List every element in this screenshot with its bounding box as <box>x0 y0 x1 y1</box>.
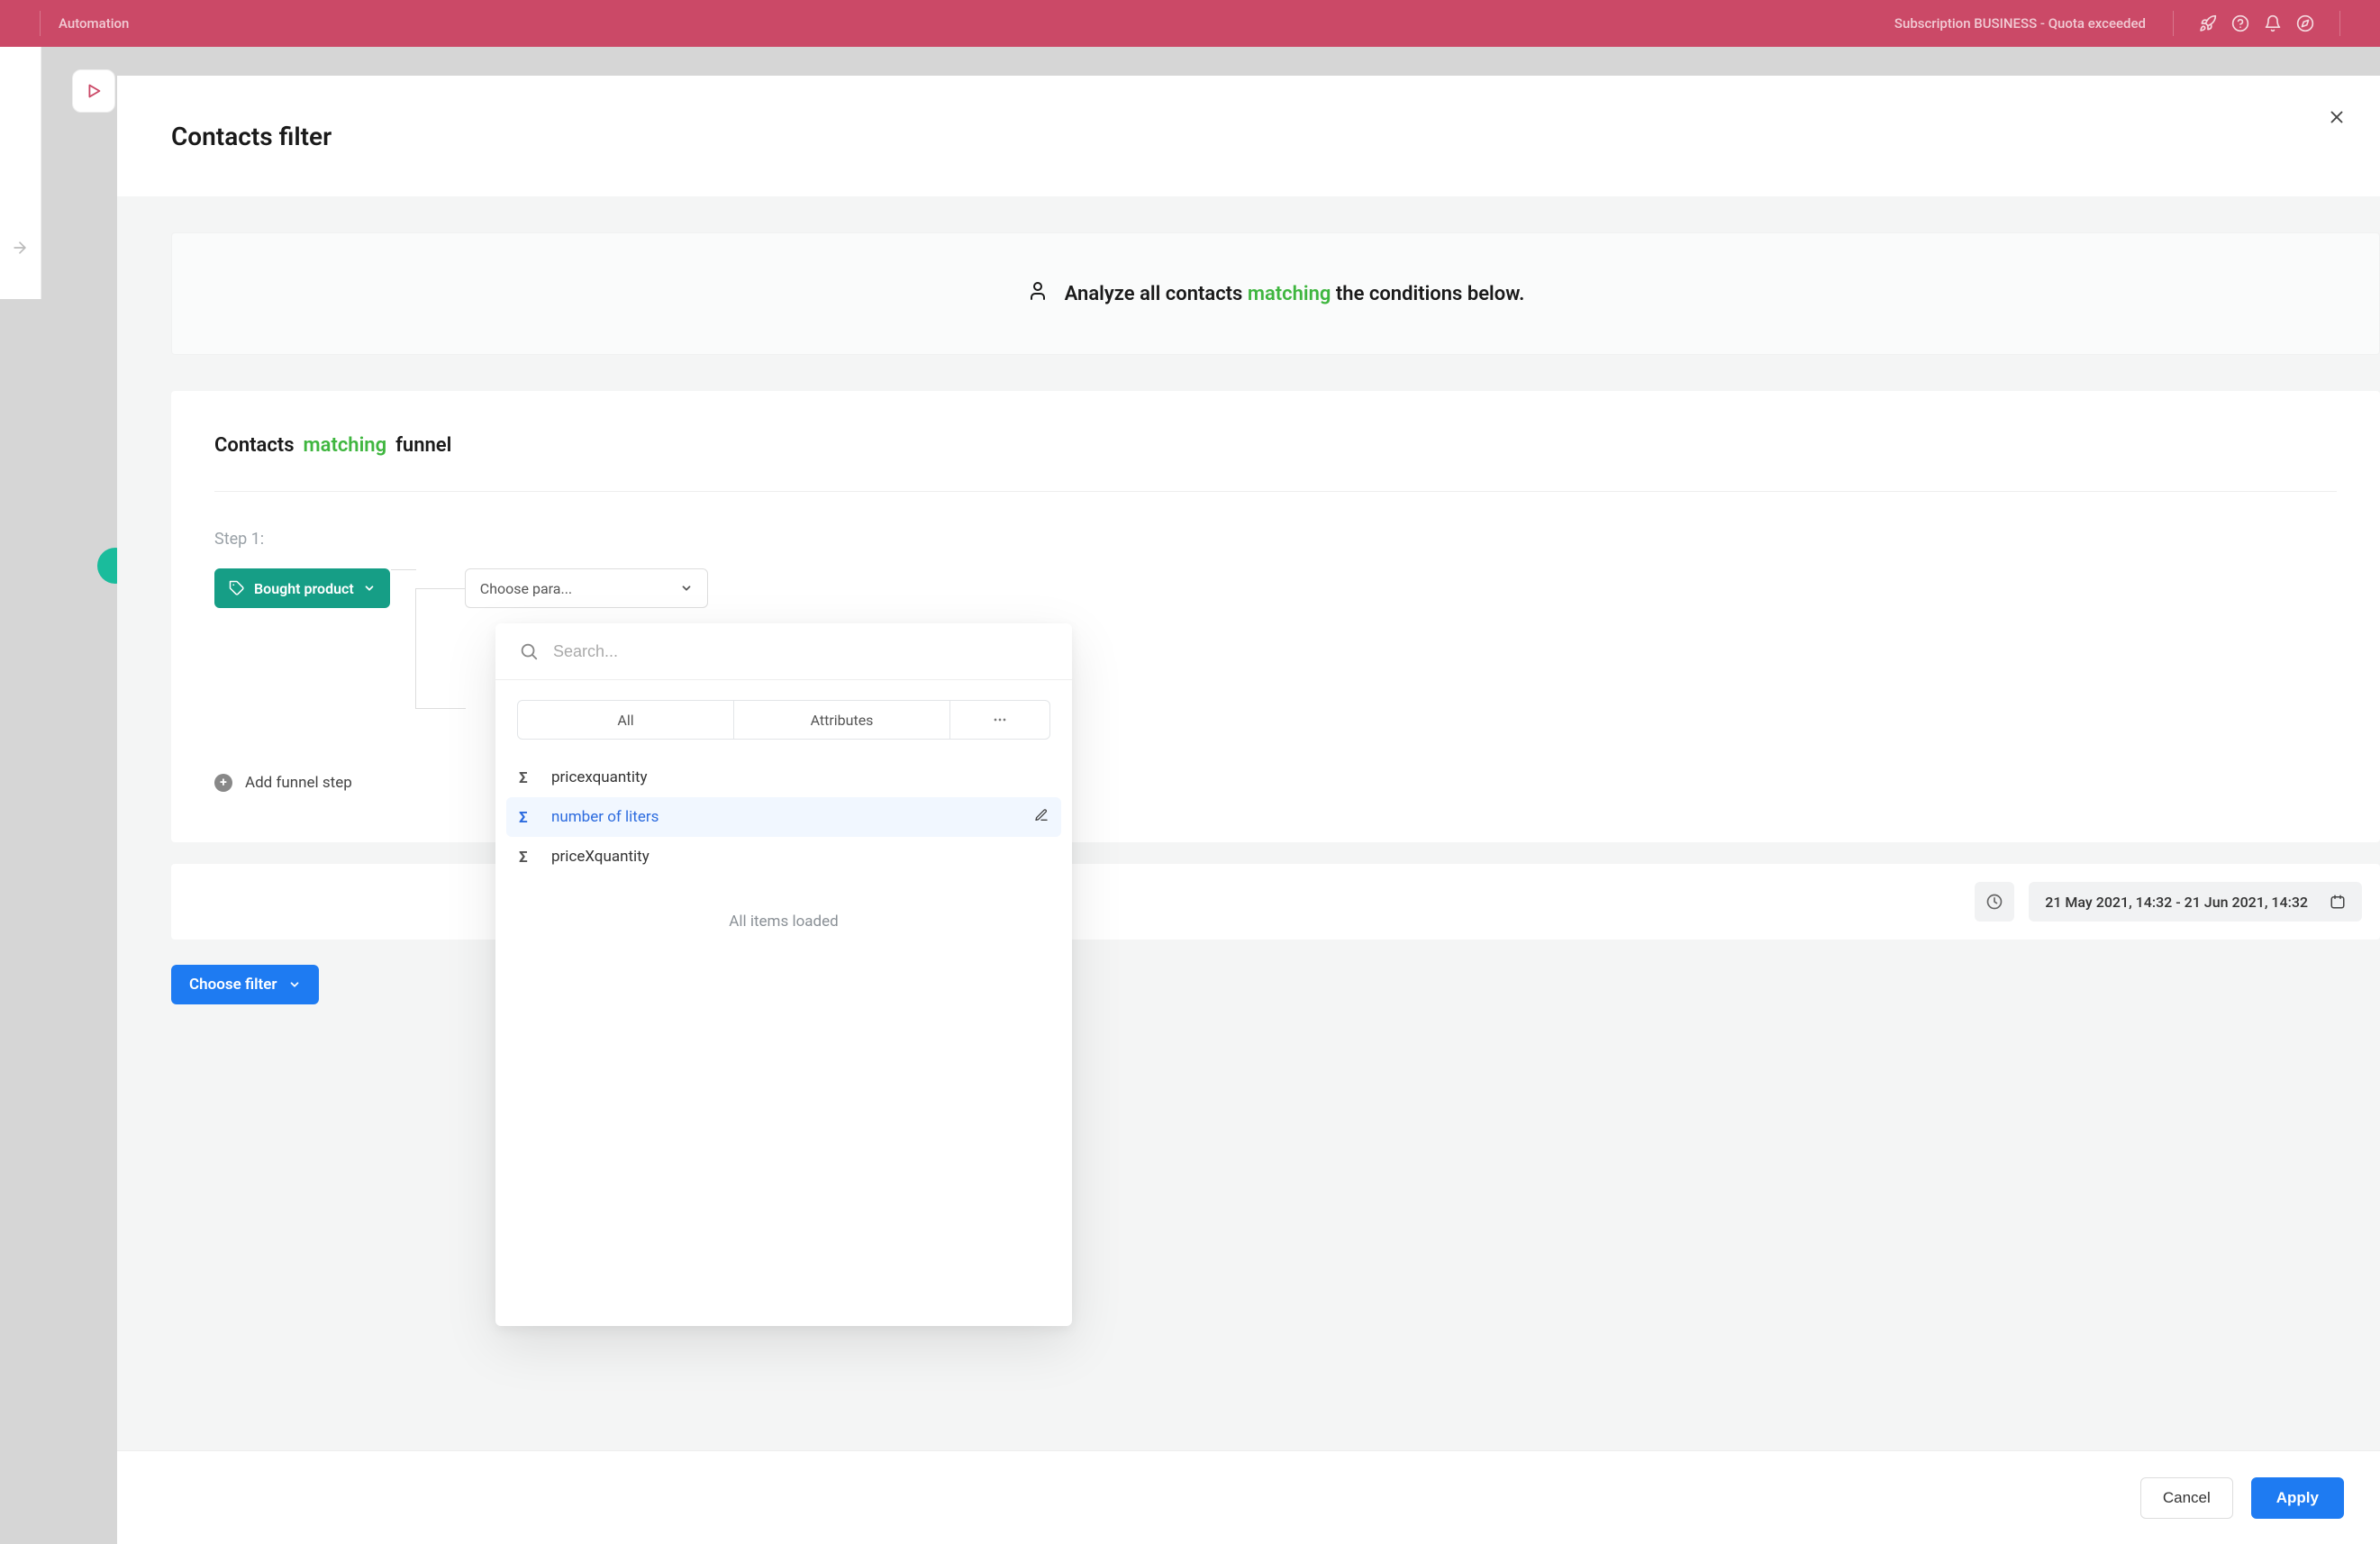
bought-product-chip[interactable]: Bought product <box>214 568 390 608</box>
close-icon[interactable] <box>2324 104 2349 130</box>
step-label: Step 1: <box>214 530 2337 549</box>
tab-more[interactable] <box>950 701 1049 739</box>
automation-node-icon <box>72 69 115 113</box>
search-input[interactable] <box>553 642 1049 661</box>
date-range-chip[interactable]: 21 May 2021, 14:32 - 21 Jun 2021, 14:32 <box>2029 882 2362 922</box>
panel-divider <box>214 491 2337 492</box>
bracket-connector <box>415 588 466 709</box>
modal-header: Contacts filter <box>117 76 2380 196</box>
table-stub <box>0 47 41 299</box>
choose-parameter-select[interactable]: Choose para... <box>465 568 708 608</box>
topbar: Automation Subscription BUSINESS - Quota… <box>0 0 2380 47</box>
banner-matching: matching <box>1248 283 1331 305</box>
chevron-down-icon <box>363 582 376 595</box>
parameter-dropdown: All Attributes Σ pricexquantity Σ <box>495 623 1072 1326</box>
search-icon <box>519 641 539 661</box>
dropdown-item-label: number of liters <box>551 808 659 826</box>
arrow-right-icon <box>11 239 29 260</box>
topbar-divider <box>2339 11 2340 36</box>
modal-title: Contacts filter <box>171 122 332 151</box>
dropdown-loaded-text: All items loaded <box>495 913 1072 931</box>
choose-filter-button[interactable]: Choose filter <box>171 965 319 1004</box>
topbar-divider <box>40 11 41 36</box>
add-funnel-step-button[interactable]: + Add funnel step <box>214 774 352 792</box>
banner-suffix: the conditions below. <box>1336 283 1524 305</box>
cancel-button[interactable]: Cancel <box>2140 1477 2233 1519</box>
tab-all[interactable]: All <box>518 701 734 739</box>
bell-icon[interactable] <box>2257 7 2289 40</box>
edit-icon[interactable] <box>1034 808 1049 827</box>
chip-label: Bought product <box>254 580 354 597</box>
plus-circle-icon: + <box>214 774 232 792</box>
contacts-filter-modal: Contacts filter Analyze all contacts mat… <box>117 76 2380 1544</box>
dropdown-search <box>495 623 1072 680</box>
dropdown-item[interactable]: Σ priceXquantity <box>506 837 1061 876</box>
funnel-title-prefix: Contacts <box>214 434 295 457</box>
chevron-down-icon <box>288 978 301 991</box>
choose-filter-label: Choose filter <box>189 976 277 994</box>
subscription-status: Subscription BUSINESS - Quota exceeded <box>1894 15 2146 32</box>
page-title: Automation <box>59 15 129 32</box>
sigma-icon: Σ <box>519 769 535 786</box>
funnel-title-matching: matching <box>304 434 387 457</box>
chevron-down-icon <box>680 582 693 595</box>
tab-attributes[interactable]: Attributes <box>734 701 950 739</box>
dropdown-item-label: priceXquantity <box>551 848 650 866</box>
funnel-title-suffix: funnel <box>395 434 451 457</box>
clock-button[interactable] <box>1975 882 2014 922</box>
choose-parameter-label: Choose para... <box>480 580 572 597</box>
sigma-icon: Σ <box>519 809 535 825</box>
person-icon <box>1027 280 1049 307</box>
calendar-icon <box>2330 894 2346 910</box>
rocket-icon[interactable] <box>2192 7 2224 40</box>
sigma-icon: Σ <box>519 849 535 865</box>
dropdown-item[interactable]: Σ number of liters <box>506 797 1061 837</box>
apply-button[interactable]: Apply <box>2251 1477 2344 1519</box>
add-step-label: Add funnel step <box>245 774 352 792</box>
more-icon <box>991 711 1009 729</box>
help-icon[interactable] <box>2224 7 2257 40</box>
dropdown-item[interactable]: Σ pricexquantity <box>506 758 1061 797</box>
topbar-divider <box>2173 11 2174 36</box>
dropdown-item-label: pricexquantity <box>551 768 648 786</box>
modal-footer: Cancel Apply <box>117 1450 2380 1544</box>
analyze-banner: Analyze all contacts matching the condit… <box>171 232 2380 355</box>
banner-prefix: Analyze all contacts <box>1065 283 1243 305</box>
date-range-text: 21 May 2021, 14:32 - 21 Jun 2021, 14:32 <box>2045 894 2308 911</box>
compass-icon[interactable] <box>2289 7 2321 40</box>
